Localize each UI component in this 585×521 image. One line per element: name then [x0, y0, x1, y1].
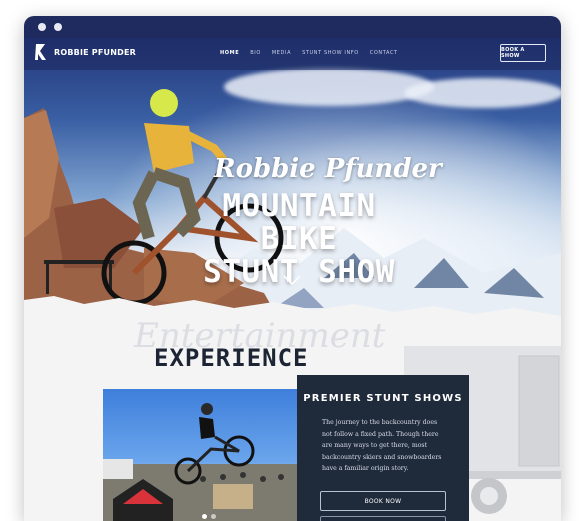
- window-dot-2[interactable]: [54, 23, 62, 31]
- stunt-photo: [103, 389, 299, 521]
- book-a-show-button[interactable]: BOOK A SHOW: [500, 44, 546, 62]
- nav-item-bio[interactable]: BIO: [250, 50, 261, 56]
- browser-frame: Robbie Pfunder MOUNTAIN BIKE STUNT SHOW …: [24, 16, 561, 521]
- nav-item-media[interactable]: MEDIA: [272, 50, 291, 56]
- rp-logo-icon[interactable]: [34, 43, 48, 61]
- slider-dot-2[interactable]: [211, 514, 216, 519]
- brand-name[interactable]: ROBBIE PFUNDER: [54, 48, 136, 57]
- nav-item-stunt-show-info[interactable]: STUNT SHOW INFO: [302, 50, 359, 56]
- secondary-button[interactable]: [320, 516, 446, 521]
- slider-pagination: [202, 514, 216, 519]
- card-body: The journey to the backcountry does not …: [322, 419, 442, 472]
- window-dot-1[interactable]: [38, 23, 46, 31]
- nav-item-home[interactable]: HOME: [220, 50, 239, 56]
- card-title: PREMIER STUNT SHOWS: [303, 393, 463, 404]
- top-nav-bar: ROBBIE PFUNDER HOME BIO MEDIA STUNT SHOW…: [24, 38, 561, 70]
- book-now-button[interactable]: BOOK NOW: [320, 491, 446, 511]
- window-chrome: [24, 16, 561, 38]
- section-heading: EXPERIENCE: [154, 344, 309, 372]
- hero-script-title: Robbie Pfunder: [214, 154, 442, 184]
- hero-headline-line1: MOUNTAIN BIKE: [222, 188, 376, 257]
- main-nav: HOME BIO MEDIA STUNT SHOW INFO CONTACT: [220, 50, 398, 56]
- stunt-show-card: PREMIER STUNT SHOWS The journey to the b…: [297, 375, 469, 521]
- nav-item-contact[interactable]: CONTACT: [370, 50, 398, 56]
- slider-dot-1[interactable]: [202, 514, 207, 519]
